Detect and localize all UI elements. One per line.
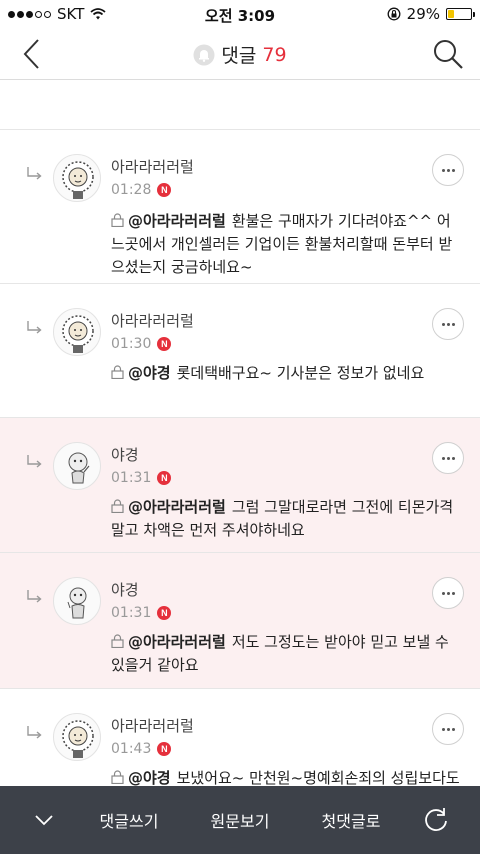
comment-text: 롯데택배구요~ 기사분은 정보가 없네요 [176,364,425,382]
comment-item: 아라라러러럴 01:30 N @야경 롯데택배구요~ 기사분은 정보가 없네요 [0,284,480,418]
comment-meta: 01:30 N [111,336,172,352]
new-badge: N [157,742,172,756]
comment-meta: 01:28 N [111,182,172,198]
nav-bar: 댓글 79 [0,28,480,80]
battery-icon [446,8,475,20]
mention[interactable]: @아라라러러럴 [128,212,226,230]
comment-body: @아라라러러럴 환불은 구매자가 기다려야죠^^ 어느곳에서 개인셀러든 기업이든… [111,210,460,279]
comment-body: @아라라러러럴 저도 그정도는 받아야 믿고 보낼 수 있을거 같아요 [111,631,460,677]
comment-author[interactable]: 아라라러러럴 [111,310,194,331]
mention[interactable]: @아라라러러럴 [128,498,226,516]
avatar-character-icon [62,720,94,758]
write-comment-button[interactable]: 댓글쓰기 [84,786,174,854]
page-title: 댓글 79 [0,41,480,68]
new-badge: N [157,606,172,620]
avatar-character-icon [68,452,90,484]
comment-meta: 01:31 N [111,470,172,486]
reply-arrow-icon [27,321,42,334]
more-options-button[interactable] [432,713,464,745]
comment-author[interactable]: 아라라러러럴 [111,156,194,177]
chevron-down-icon [35,815,53,826]
avatar[interactable] [53,308,101,356]
comment-author[interactable]: 아라라러러럴 [111,715,194,736]
reply-arrow-icon [27,455,42,468]
comment-item: 아라라러러럴 01:43 N @야경 보냈어요~ 만천원~명예회손죄의 성립보다도… [0,689,480,786]
comment-count: 79 [262,43,287,66]
comment-item [0,81,480,130]
comment-body: @야경보냈어요~ 만천원~명예회손죄의 성립보다도 거지다, 가해자다, 사기꾼… [111,767,460,786]
comment-meta: 01:31 N [111,605,172,621]
avatar-character-icon [67,587,87,619]
avatar[interactable] [53,577,101,625]
view-original-button[interactable]: 원문보기 [195,786,285,854]
more-options-button[interactable] [432,154,464,186]
mention[interactable]: @야경 [128,769,171,786]
avatar[interactable] [53,154,101,202]
reply-arrow-icon [27,726,42,739]
comment-time: 01:31 [111,470,152,486]
comment-time: 01:30 [111,336,152,352]
lock-icon [111,634,124,648]
comment-body: @야경 롯데택배구요~ 기사분은 정보가 없네요 [111,362,460,385]
battery-percent: 29% [406,5,440,23]
refresh-button[interactable] [414,786,458,854]
comment-item: 야경 01:31 N @아라라러러럴 그럼 그말대로라면 그전에 티몬가격 말고 … [0,418,480,553]
refresh-icon [425,808,447,831]
comment-body: @아라라러러럴 그럼 그말대로라면 그전에 티몬가격 말고 차액은 먼저 주셔야하… [111,496,460,542]
avatar-character-icon [62,161,94,199]
comment-list[interactable]: 아라라러러럴 01:28 N @아라라러러럴 환불은 구매자가 기다려야죠^^ 어… [0,81,480,786]
lock-icon [111,213,124,227]
search-icon [434,40,463,69]
title-text: 댓글 [221,45,257,67]
comment-author[interactable]: 야경 [111,579,139,600]
avatar[interactable] [53,442,101,490]
lock-icon [111,365,124,379]
status-bar: SKT 오전 3:09 29% [0,0,480,28]
more-options-button[interactable] [432,308,464,340]
comment-time: 01:43 [111,741,152,757]
reply-arrow-icon [27,167,42,180]
rotation-lock-icon [387,7,401,21]
lock-icon [111,770,124,784]
collapse-button[interactable] [22,786,66,854]
bottom-toolbar: 댓글쓰기 원문보기 첫댓글로 [0,786,480,854]
new-badge: N [157,337,172,351]
avatar-character-icon [62,315,94,353]
new-badge: N [157,471,172,485]
bell-icon[interactable] [193,44,215,66]
mention[interactable]: @아라라러러럴 [128,633,226,651]
comment-time: 01:28 [111,182,152,198]
comment-meta: 01:43 N [111,741,172,757]
more-options-button[interactable] [432,442,464,474]
comment-item: 아라라러러럴 01:28 N @아라라러러럴 환불은 구매자가 기다려야죠^^ 어… [0,130,480,284]
reply-arrow-icon [27,590,42,603]
lock-icon [111,499,124,513]
search-button[interactable] [430,36,466,72]
first-comment-button[interactable]: 첫댓글로 [306,786,396,854]
comment-time: 01:31 [111,605,152,621]
comment-item: 야경 01:31 N @아라라러러럴 저도 그정도는 받아야 믿고 보낼 수 있을… [0,553,480,689]
new-badge: N [157,183,172,197]
comment-author[interactable]: 야경 [111,444,139,465]
avatar[interactable] [53,713,101,761]
more-options-button[interactable] [432,577,464,609]
mention[interactable]: @야경 [128,364,171,382]
